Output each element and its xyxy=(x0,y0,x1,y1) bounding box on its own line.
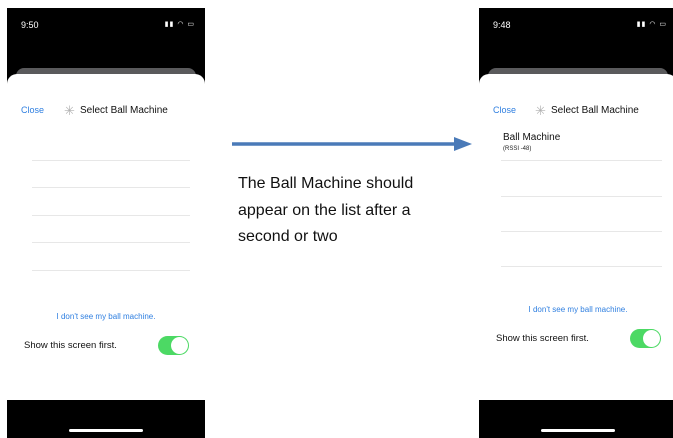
list-divider xyxy=(32,242,190,243)
list-divider xyxy=(32,270,190,271)
status-time: 9:48 xyxy=(493,20,511,30)
signal-icon: ▮▮ xyxy=(164,21,175,28)
arrow-right-icon xyxy=(232,137,472,151)
show-screen-first-label: Show this screen first. xyxy=(24,340,117,351)
show-screen-first-toggle[interactable] xyxy=(630,329,661,348)
status-bar: 9:48 ▮▮ ◠ ▭ xyxy=(479,18,673,34)
list-divider xyxy=(501,160,662,161)
wifi-icon: ◠ xyxy=(177,21,185,28)
sheet-title: Select Ball Machine xyxy=(551,105,639,116)
home-indicator xyxy=(69,429,143,432)
phone-screenshot-right: 9:48 ▮▮ ◠ ▭ Close ✳ Select Ball Machine … xyxy=(479,8,673,438)
signal-icon: ▮▮ xyxy=(636,21,647,28)
list-divider xyxy=(32,215,190,216)
close-button[interactable]: Close xyxy=(21,105,44,115)
instruction-caption: The Ball Machine should appear on the li… xyxy=(238,171,468,251)
show-screen-first-label: Show this screen first. xyxy=(496,333,589,344)
list-divider xyxy=(32,187,190,188)
show-screen-first-toggle[interactable] xyxy=(158,336,189,355)
list-divider xyxy=(501,266,662,267)
status-icons: ▮▮ ◠ ▭ xyxy=(165,20,195,28)
caption-line: The Ball Machine should xyxy=(238,175,414,192)
close-button[interactable]: Close xyxy=(493,105,516,115)
select-sheet: Close ✳ Select Ball Machine Ball Machine… xyxy=(479,74,673,400)
status-time: 9:50 xyxy=(21,20,39,30)
home-indicator xyxy=(541,429,615,432)
battery-icon: ▭ xyxy=(659,21,667,28)
sheet-header: Close ✳ Select Ball Machine xyxy=(7,103,205,120)
battery-icon: ▭ xyxy=(187,21,195,28)
caption-line: appear on the list after a xyxy=(238,201,411,219)
sheet-title: Select Ball Machine xyxy=(80,105,168,116)
device-rssi: (RSSI -48) xyxy=(503,146,532,152)
device-list-item-name[interactable]: Ball Machine xyxy=(503,132,560,143)
sheet-header: Close ✳ Select Ball Machine xyxy=(479,103,673,120)
list-divider xyxy=(501,231,662,232)
toggle-knob xyxy=(171,337,188,354)
toggle-knob xyxy=(643,330,660,347)
status-icons: ▮▮ ◠ ▭ xyxy=(637,20,667,28)
dont-see-machine-link[interactable]: I don't see my ball machine. xyxy=(479,305,673,314)
caption-line: second or two xyxy=(238,228,338,245)
status-bar: 9:50 ▮▮ ◠ ▭ xyxy=(7,18,205,34)
select-sheet: Close ✳ Select Ball Machine I don't see … xyxy=(7,74,205,400)
phone-screenshot-left: 9:50 ▮▮ ◠ ▭ Close ✳ Select Ball Machine … xyxy=(7,8,205,438)
wifi-icon: ◠ xyxy=(649,21,657,28)
spinner-icon: ✳ xyxy=(535,103,546,118)
list-divider xyxy=(501,196,662,197)
dont-see-machine-link[interactable]: I don't see my ball machine. xyxy=(7,312,205,321)
spinner-icon: ✳ xyxy=(64,103,75,118)
list-divider xyxy=(32,160,190,161)
